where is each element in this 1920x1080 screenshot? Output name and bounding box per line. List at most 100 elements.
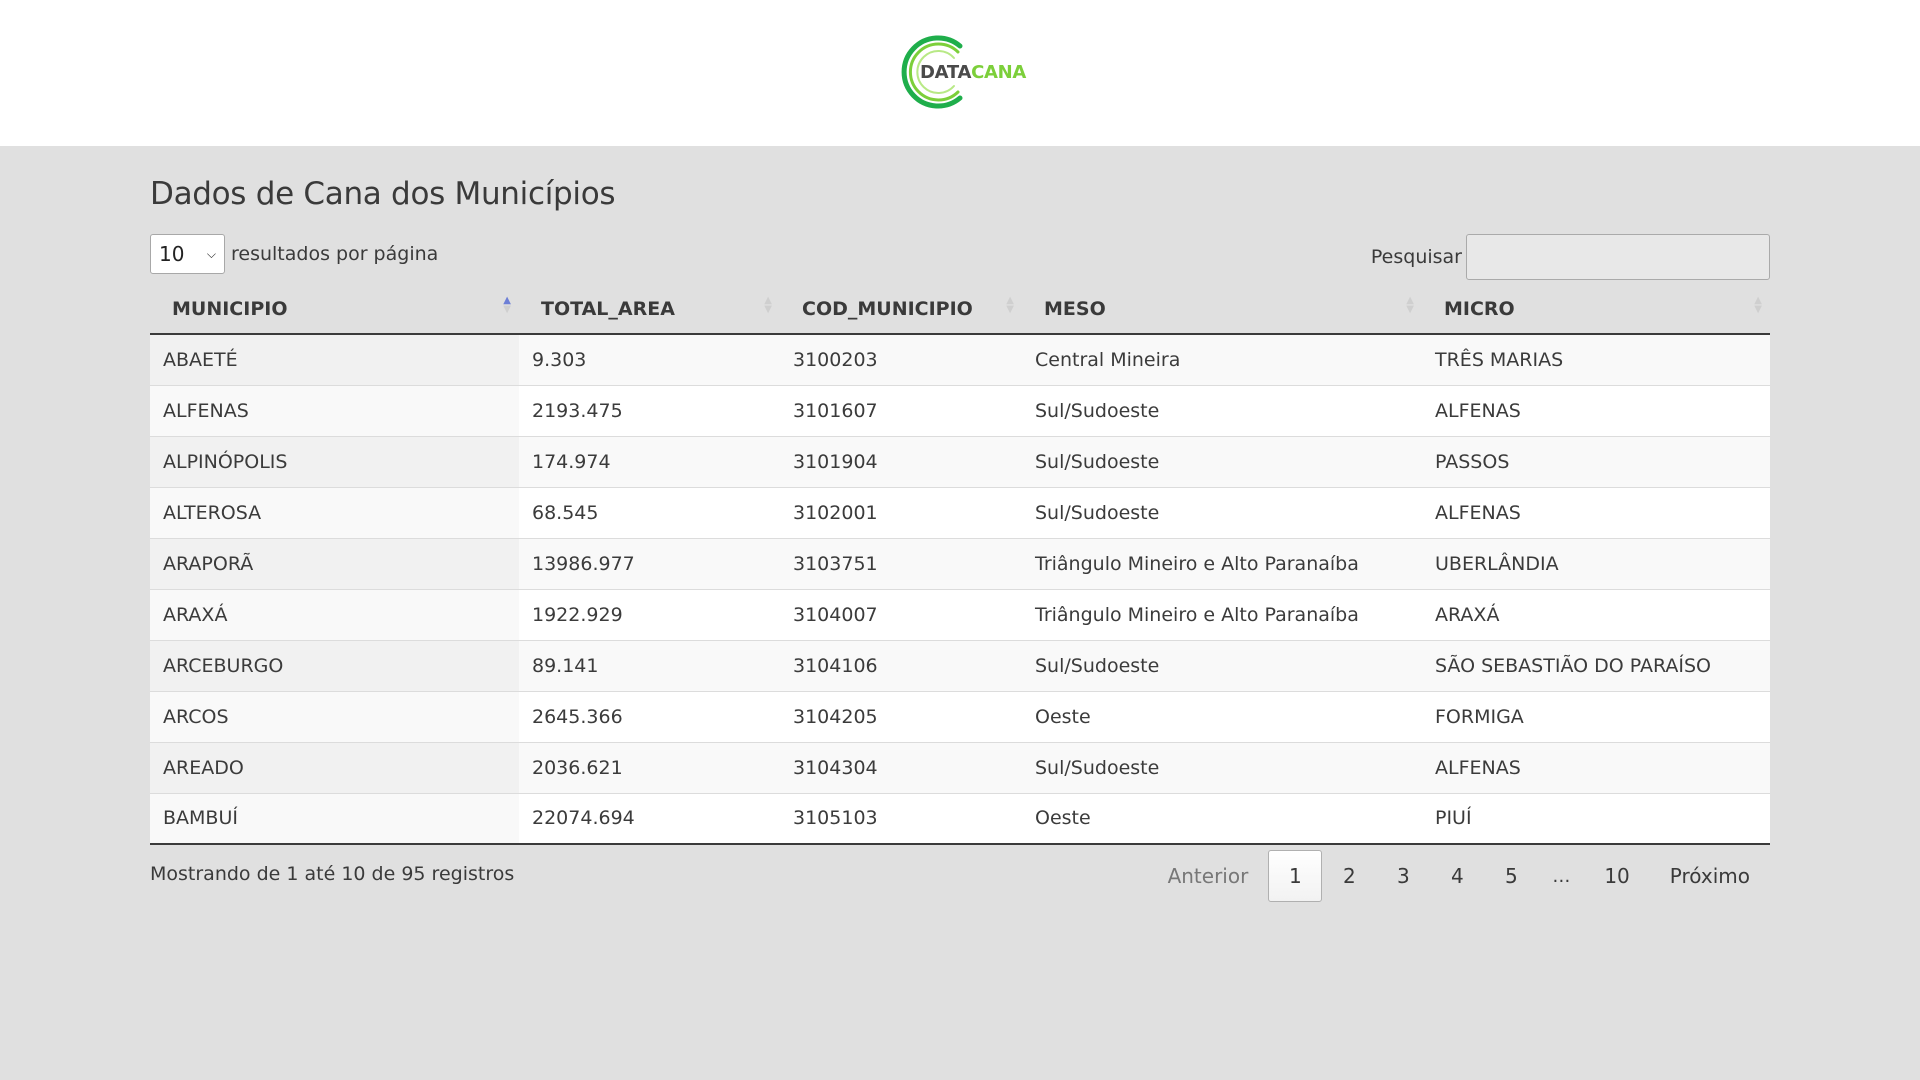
cell-cod-municipio: 3102001 — [780, 486, 1022, 538]
cell-meso: Oeste — [1022, 690, 1422, 742]
cell-micro: UBERLÂNDIA — [1422, 537, 1770, 589]
cell-micro: ALFENAS — [1422, 741, 1770, 793]
cell-cod-municipio: 3104007 — [780, 588, 1022, 640]
cell-municipio: ARCEBURGO — [150, 639, 519, 691]
chevron-down-icon: ⌵ — [206, 246, 216, 261]
cell-municipio: ALTEROSA — [150, 486, 519, 538]
search-label: Pesquisar — [1370, 246, 1462, 268]
table-row: ALTEROSA 68.545 3102001 Sul/Sudoeste ALF… — [150, 486, 1770, 538]
table-row: AREADO 2036.621 3104304 Sul/Sudoeste ALF… — [150, 741, 1770, 793]
cell-municipio: ARAPORÃ — [150, 537, 519, 589]
column-header-meso[interactable]: MESO ▲ ▼ — [1022, 284, 1422, 335]
site-header: DATACANA — [0, 0, 1920, 146]
cell-cod-municipio: 3101607 — [780, 384, 1022, 436]
page-title: Dados de Cana dos Municípios — [150, 176, 616, 212]
cell-meso: Oeste — [1022, 792, 1422, 845]
sort-icon: ▲ ▼ — [764, 295, 772, 315]
cell-meso: Sul/Sudoeste — [1022, 435, 1422, 487]
cell-municipio: ARCOS — [150, 690, 519, 742]
cell-micro: ALFENAS — [1422, 384, 1770, 436]
cell-total-area: 9.303 — [519, 334, 780, 385]
cell-total-area: 13986.977 — [519, 537, 780, 589]
page-length-label: resultados por página — [231, 243, 439, 265]
table-row: ARCOS 2645.366 3104205 Oeste FORMIGA — [150, 690, 1770, 742]
cell-meso: Sul/Sudoeste — [1022, 741, 1422, 793]
cell-municipio: ALFENAS — [150, 384, 519, 436]
cell-cod-municipio: 3104106 — [780, 639, 1022, 691]
municipalities-table: MUNICIPIO ▲ ▼ TOTAL_AREA ▲ ▼ COD_MUNICIPIO… — [150, 284, 1770, 845]
cell-total-area: 68.545 — [519, 486, 780, 538]
table-info: Mostrando de 1 até 10 de 95 registros — [150, 863, 515, 885]
cell-municipio: BAMBUÍ — [150, 792, 519, 845]
column-header-label: MUNICIPIO — [172, 297, 288, 320]
pagination-page-2[interactable]: 2 — [1322, 850, 1376, 902]
pagination-page-10[interactable]: 10 — [1584, 850, 1649, 902]
table-header-row: MUNICIPIO ▲ ▼ TOTAL_AREA ▲ ▼ COD_MUNICIPIO… — [150, 284, 1770, 335]
cell-municipio: ARAXÁ — [150, 588, 519, 640]
pagination-page-3[interactable]: 3 — [1376, 850, 1430, 902]
logo-wordmark: DATACANA — [920, 62, 1026, 83]
cell-meso: Central Mineira — [1022, 334, 1422, 385]
cell-micro: FORMIGA — [1422, 690, 1770, 742]
cell-meso: Sul/Sudoeste — [1022, 639, 1422, 691]
cell-meso: Sul/Sudoeste — [1022, 486, 1422, 538]
page-length-value: 10 — [159, 242, 185, 266]
cell-total-area: 1922.929 — [519, 588, 780, 640]
table-row: ARAXÁ 1922.929 3104007 Triângulo Mineiro… — [150, 588, 1770, 640]
cell-cod-municipio: 3104205 — [780, 690, 1022, 742]
cell-meso: Sul/Sudoeste — [1022, 384, 1422, 436]
cell-total-area: 2036.621 — [519, 741, 780, 793]
column-header-label: TOTAL_AREA — [541, 297, 675, 320]
search-input[interactable] — [1466, 234, 1770, 280]
datacana-logo[interactable]: DATACANA — [898, 34, 1026, 110]
pagination: Anterior 1 2 3 4 5 … 10 Próximo — [1148, 850, 1770, 902]
cell-total-area: 89.141 — [519, 639, 780, 691]
column-header-total-area[interactable]: TOTAL_AREA ▲ ▼ — [519, 284, 780, 335]
cell-cod-municipio: 3101904 — [780, 435, 1022, 487]
sort-asc-icon: ▲ ▼ — [503, 295, 511, 315]
table-row: ALPINÓPOLIS 174.974 3101904 Sul/Sudoeste… — [150, 435, 1770, 487]
pagination-next-button[interactable]: Próximo — [1650, 850, 1770, 902]
cell-total-area: 2645.366 — [519, 690, 780, 742]
cell-micro: ALFENAS — [1422, 486, 1770, 538]
cell-cod-municipio: 3103751 — [780, 537, 1022, 589]
cell-municipio: AREADO — [150, 741, 519, 793]
cell-micro: PASSOS — [1422, 435, 1770, 487]
column-header-municipio[interactable]: MUNICIPIO ▲ ▼ — [150, 284, 519, 335]
cell-municipio: ALPINÓPOLIS — [150, 435, 519, 487]
table-row: ARCEBURGO 89.141 3104106 Sul/Sudoeste SÃ… — [150, 639, 1770, 691]
logo-part-cana: CANA — [971, 62, 1027, 83]
sort-icon: ▲ ▼ — [1754, 295, 1762, 315]
sort-icon: ▲ ▼ — [1406, 295, 1414, 315]
cell-cod-municipio: 3104304 — [780, 741, 1022, 793]
cell-micro: PIUÍ — [1422, 792, 1770, 845]
sort-icon: ▲ ▼ — [1006, 295, 1014, 315]
search-control: Pesquisar — [1371, 234, 1770, 280]
page-length-select[interactable]: 10 ⌵ — [150, 234, 225, 274]
table-row: ARAPORÃ 13986.977 3103751 Triângulo Mine… — [150, 537, 1770, 589]
column-header-micro[interactable]: MICRO ▲ ▼ — [1422, 284, 1770, 335]
table-row: ABAETÉ 9.303 3100203 Central Mineira TRÊ… — [150, 334, 1770, 385]
column-header-cod-municipio[interactable]: COD_MUNICIPIO ▲ ▼ — [780, 284, 1022, 335]
cell-micro: TRÊS MARIAS — [1422, 334, 1770, 385]
cell-municipio: ABAETÉ — [150, 334, 519, 385]
cell-micro: ARAXÁ — [1422, 588, 1770, 640]
pagination-page-1[interactable]: 1 — [1268, 850, 1323, 902]
pagination-ellipsis: … — [1552, 865, 1571, 887]
cell-cod-municipio: 3105103 — [780, 792, 1022, 845]
pagination-previous-button[interactable]: Anterior — [1148, 850, 1269, 902]
cell-cod-municipio: 3100203 — [780, 334, 1022, 385]
cell-meso: Triângulo Mineiro e Alto Paranaíba — [1022, 537, 1422, 589]
cell-total-area: 2193.475 — [519, 384, 780, 436]
page-length-control: 10 ⌵ resultados por página — [150, 234, 438, 274]
logo-part-data: DATA — [920, 62, 972, 83]
column-header-label: COD_MUNICIPIO — [802, 297, 973, 320]
cell-total-area: 22074.694 — [519, 792, 780, 845]
column-header-label: MICRO — [1444, 297, 1515, 320]
cell-micro: SÃO SEBASTIÃO DO PARAÍSO — [1422, 639, 1770, 691]
cell-meso: Triângulo Mineiro e Alto Paranaíba — [1022, 588, 1422, 640]
pagination-page-5[interactable]: 5 — [1484, 850, 1538, 902]
table-row: ALFENAS 2193.475 3101607 Sul/Sudoeste AL… — [150, 384, 1770, 436]
table-row: BAMBUÍ 22074.694 3105103 Oeste PIUÍ — [150, 792, 1770, 845]
pagination-page-4[interactable]: 4 — [1430, 850, 1484, 902]
